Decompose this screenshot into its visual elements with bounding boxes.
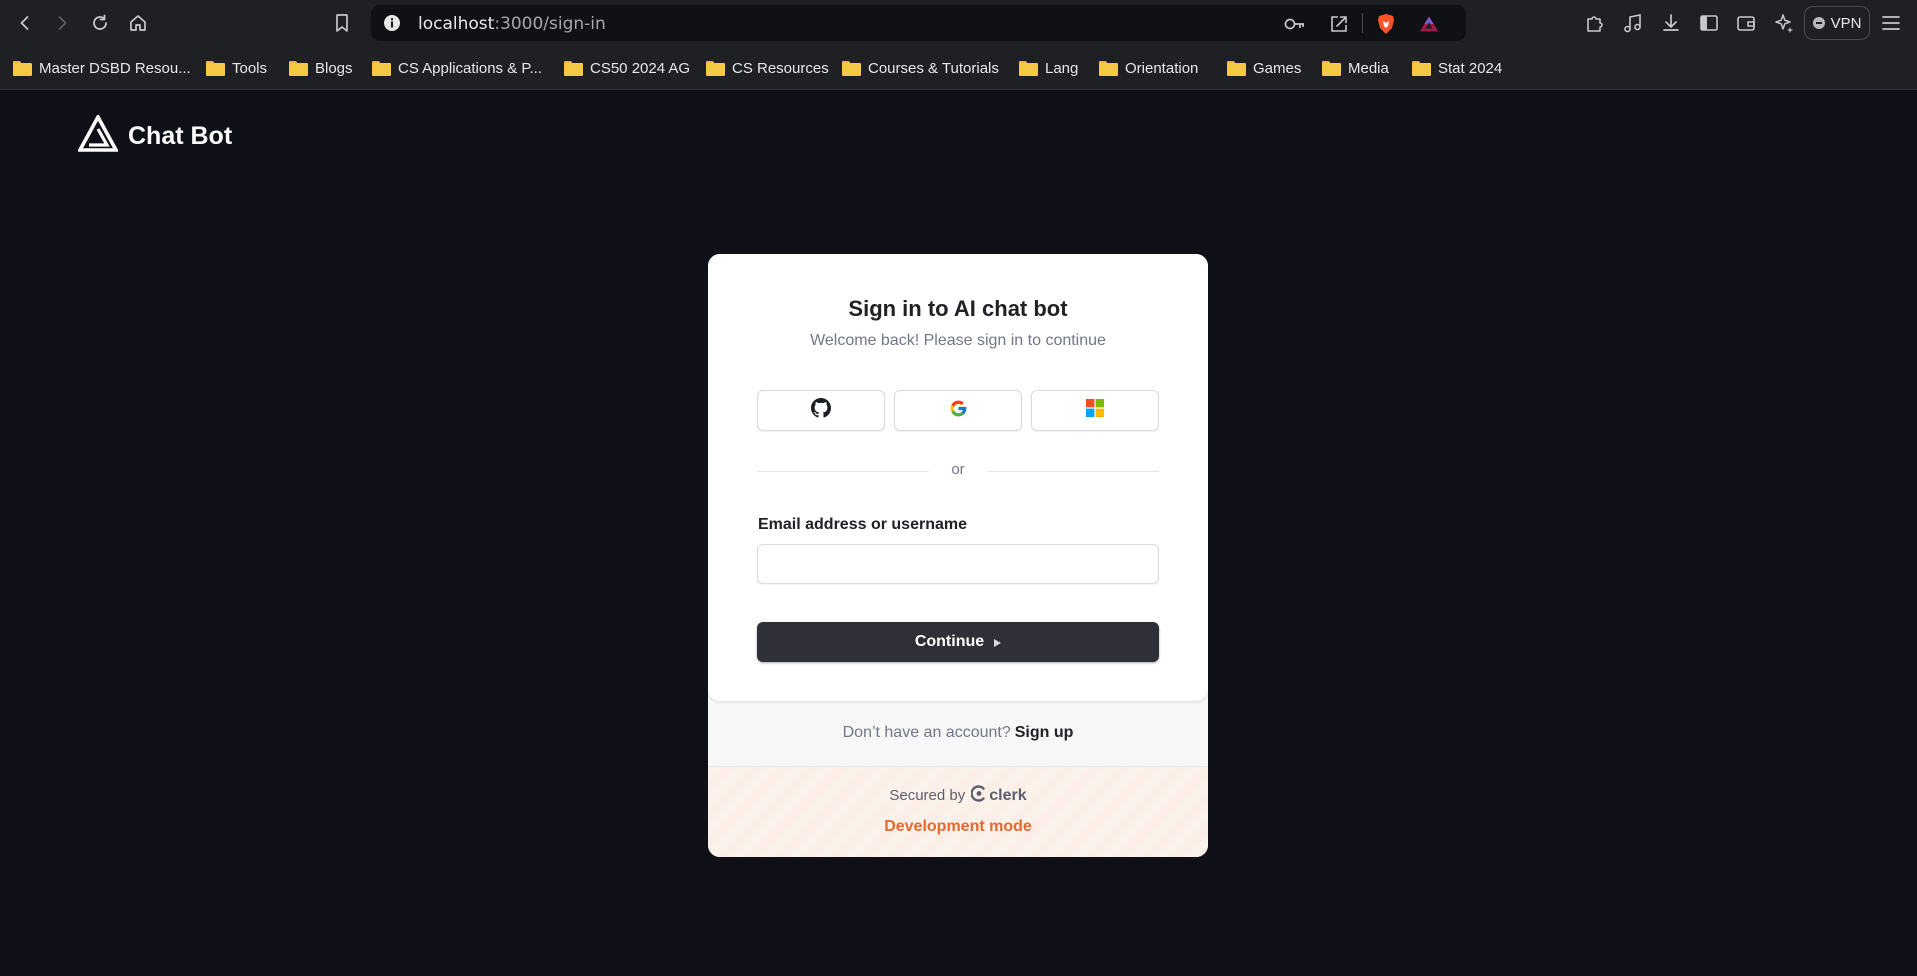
- sign-in-card: Sign in to AI chat bot Welcome back! Ple…: [708, 254, 1208, 857]
- no-account-text: Don’t have an account?: [842, 724, 1011, 741]
- password-key-icon[interactable]: [1284, 13, 1306, 35]
- bookmark-label: Stat 2024: [1438, 59, 1503, 77]
- clerk-wordmark: clerk: [989, 786, 1027, 804]
- extensions-icon[interactable]: [1583, 11, 1607, 35]
- leo-ai-icon[interactable]: [1772, 11, 1796, 35]
- bookmark-folder[interactable]: Media: [1322, 57, 1389, 79]
- secured-by-text: Secured by: [889, 787, 966, 804]
- divider-or: or: [951, 461, 965, 478]
- continue-button[interactable]: Continue: [757, 622, 1159, 662]
- folder-icon: [842, 60, 861, 76]
- development-mode-label: Development mode: [884, 818, 1032, 835]
- media-icon[interactable]: [1621, 11, 1645, 35]
- bookmark-label: Master DSBD Resou...: [39, 59, 191, 77]
- bookmark-folder[interactable]: Lang: [1019, 57, 1078, 79]
- microsoft-sign-in-button[interactable]: [1031, 390, 1159, 431]
- microsoft-icon: [1086, 399, 1104, 422]
- bookmark-label: CS50 2024 AG: [590, 59, 691, 77]
- github-icon: [811, 398, 831, 423]
- vpn-label: VPN: [1830, 14, 1862, 32]
- secured-by-clerk[interactable]: Secured by clerk: [708, 785, 1208, 806]
- folder-icon: [1412, 60, 1431, 76]
- bookmark-folder[interactable]: Master DSBD Resou...: [13, 57, 191, 79]
- bookmark-folder[interactable]: Stat 2024: [1412, 57, 1502, 79]
- bookmark-folder[interactable]: CS Resources: [706, 57, 829, 79]
- folder-icon: [1227, 60, 1246, 76]
- github-sign-in-button[interactable]: [757, 390, 885, 431]
- bookmark-label: Media: [1348, 59, 1389, 77]
- bookmark-label: Blogs: [315, 59, 353, 77]
- folder-icon: [289, 60, 308, 76]
- play-arrow-icon: [994, 638, 1002, 647]
- sign-in-subtitle: Welcome back! Please sign in to continue: [810, 332, 1106, 349]
- bookmark-folder[interactable]: CS Applications & P...: [372, 57, 542, 79]
- folder-icon: [372, 60, 391, 76]
- development-badge-area: Secured by clerk Development mode: [708, 767, 1208, 857]
- url-path: :3000/sign-in: [494, 14, 606, 34]
- bookmark-folder[interactable]: CS50 2024 AG: [564, 57, 690, 79]
- wallet-icon[interactable]: [1734, 11, 1758, 35]
- bookmark-label: Orientation: [1125, 59, 1199, 77]
- bookmark-label: Tools: [232, 59, 268, 77]
- signup-row: Don’t have an account? Sign up: [708, 724, 1208, 742]
- folder-icon: [1099, 60, 1118, 76]
- folder-icon: [706, 60, 725, 76]
- bookmarks-bar: Master DSBD Resou... Tools Blogs CS Appl…: [0, 46, 1917, 90]
- back-icon[interactable]: [10, 8, 40, 38]
- email-label: Email address or username: [758, 516, 967, 533]
- google-icon: [949, 399, 968, 423]
- sign-in-form: Sign in to AI chat bot Welcome back! Ple…: [708, 254, 1208, 701]
- address-bar[interactable]: localhost:3000/sign-in: [371, 5, 1466, 41]
- menu-icon[interactable]: [1879, 11, 1903, 35]
- logo-icon: [76, 112, 120, 158]
- folder-icon: [206, 60, 225, 76]
- vpn-button[interactable]: VPN: [1804, 6, 1870, 40]
- url-text[interactable]: localhost:3000/sign-in: [418, 14, 606, 34]
- bookmark-folder[interactable]: Blogs: [289, 57, 353, 79]
- clerk-logo: clerk: [970, 785, 1027, 806]
- vpn-status-icon: [1812, 17, 1825, 29]
- folder-icon: [13, 60, 32, 76]
- bookmark-folder[interactable]: Tools: [206, 57, 267, 79]
- sidebar-icon[interactable]: [1697, 11, 1721, 35]
- forward-icon[interactable]: [47, 8, 77, 38]
- folder-icon: [1019, 60, 1038, 76]
- browser-toolbar: localhost:3000/sign-in VPN: [0, 0, 1917, 46]
- bookmark-label: CS Applications & P...: [398, 59, 542, 77]
- bookmark-label: Courses & Tutorials: [868, 59, 999, 77]
- site-info-icon[interactable]: [383, 14, 401, 32]
- clerk-logo-icon: [970, 785, 987, 806]
- folder-icon: [564, 60, 583, 76]
- sign-in-title: Sign in to AI chat bot: [848, 296, 1068, 321]
- brand-name: Chat Bot: [128, 121, 233, 150]
- card-footer: Don’t have an account? Sign up Secured by…: [708, 691, 1208, 857]
- email-field[interactable]: [757, 544, 1159, 584]
- sign-up-link[interactable]: Sign up: [1015, 724, 1074, 741]
- download-icon[interactable]: [1659, 11, 1683, 35]
- bookmark-label: Lang: [1045, 59, 1079, 77]
- reload-icon[interactable]: [85, 8, 115, 38]
- bookmark-folder[interactable]: Games: [1227, 57, 1301, 79]
- url-separator: [1362, 13, 1363, 33]
- bookmark-label: CS Resources: [732, 59, 829, 77]
- app-brand[interactable]: Chat Bot: [76, 112, 233, 158]
- bookmark-folder[interactable]: Orientation: [1099, 57, 1198, 79]
- google-sign-in-button[interactable]: [894, 390, 1022, 431]
- home-icon[interactable]: [123, 8, 153, 38]
- bookmark-icon[interactable]: [327, 8, 357, 38]
- bookmark-label: Games: [1253, 59, 1302, 77]
- url-host: localhost: [418, 14, 495, 34]
- brave-shields-icon[interactable]: [1375, 13, 1397, 35]
- divider-right: [987, 471, 1159, 472]
- folder-icon: [1322, 60, 1341, 76]
- brave-rewards-icon[interactable]: [1418, 13, 1440, 35]
- share-icon[interactable]: [1328, 13, 1350, 35]
- bookmark-folder[interactable]: Courses & Tutorials: [842, 57, 999, 79]
- continue-label: Continue: [914, 633, 985, 650]
